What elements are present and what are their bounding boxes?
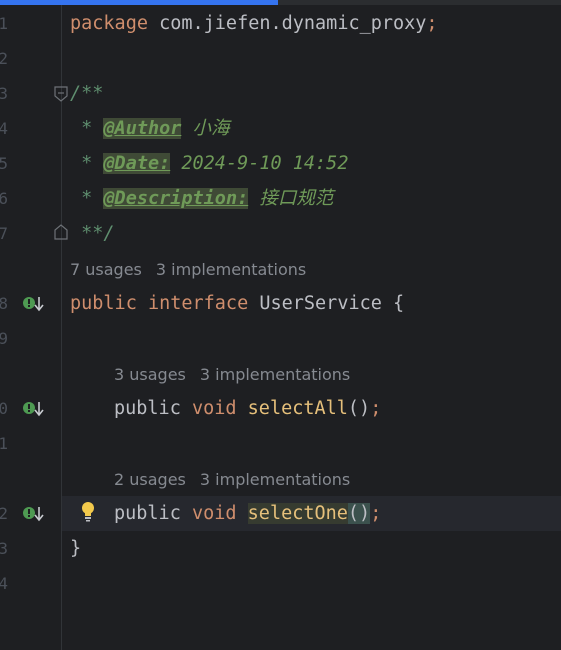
code-line-package: package com.jiefen.dynamic_proxy;	[70, 12, 438, 36]
semicolon: ;	[370, 503, 382, 524]
line-number: 10	[0, 399, 8, 418]
doc-comment-close: **/	[70, 223, 115, 244]
usages-hint[interactable]: 3 usages	[114, 365, 186, 384]
line-number: 9	[0, 329, 8, 348]
doc-tag-author: @Author	[103, 118, 182, 139]
code-line-select-all: public void selectAll();	[114, 397, 381, 421]
doc-star: *	[70, 153, 104, 174]
line-number: 14	[0, 574, 8, 593]
usages-hint[interactable]: 2 usages	[114, 470, 186, 489]
interface-name: UserService	[259, 293, 382, 314]
interface-keyword: interface	[147, 293, 249, 314]
line-number: 7	[0, 224, 8, 243]
implementations-hint[interactable]: 3 implementations	[200, 365, 350, 384]
doc-description-value: 接口规范	[248, 188, 334, 209]
doc-tag-date: @Date:	[103, 153, 171, 174]
usages-hint[interactable]: 7 usages	[70, 260, 142, 279]
line-number: 3	[0, 84, 8, 103]
semicolon: ;	[426, 13, 438, 34]
lightbulb-icon[interactable]	[80, 501, 96, 523]
line-number: 2	[0, 49, 8, 68]
method2-inlay-hints: 2 usages 3 implementations	[114, 470, 350, 490]
parens: ()	[347, 398, 371, 419]
line-number: 5	[0, 154, 8, 173]
line-number: 13	[0, 539, 8, 558]
code-editor[interactable]: 1 2 3 4 5 6 7 8 9 10 11 12 13 14	[0, 0, 561, 650]
brace-open: {	[381, 293, 405, 314]
doc-line-author: * @Author 小海	[70, 117, 230, 141]
line-number: 6	[0, 189, 8, 208]
line-number: 1	[0, 14, 8, 33]
code-line-brace-close: }	[70, 538, 82, 559]
doc-author-value: 小海	[181, 118, 230, 139]
method1-inlay-hints: 3 usages 3 implementations	[114, 365, 350, 385]
doc-date-value: 2024-9-10 14:52	[170, 153, 349, 174]
method-name-select-one: selectOne	[247, 503, 348, 524]
public-keyword: public	[114, 398, 181, 419]
fold-icon[interactable]	[54, 86, 68, 102]
progress-bar	[0, 0, 278, 5]
public-keyword: public	[70, 293, 137, 314]
void-keyword: void	[191, 398, 237, 419]
implementations-hint[interactable]: 3 implementations	[200, 470, 350, 489]
line-number: 11	[0, 434, 8, 453]
package-name: com.jiefen.dynamic_proxy	[147, 13, 427, 34]
method-name-select-all: selectAll	[247, 398, 348, 419]
implemented-icon[interactable]	[21, 399, 47, 419]
public-keyword: public	[114, 503, 181, 524]
implementations-hint[interactable]: 3 implementations	[156, 260, 306, 279]
semicolon: ;	[370, 398, 382, 419]
doc-star: *	[70, 118, 104, 139]
doc-comment-open: /**	[70, 83, 104, 104]
parens-highlighted: ()	[347, 503, 371, 524]
void-keyword: void	[191, 503, 237, 524]
implemented-icon[interactable]	[21, 294, 47, 314]
interface-inlay-hints: 7 usages 3 implementations	[70, 260, 306, 280]
doc-line-date: * @Date: 2024-9-10 14:52	[70, 152, 348, 176]
code-line-interface: public interface UserService {	[70, 292, 404, 316]
line-number: 4	[0, 119, 8, 138]
package-keyword: package	[70, 13, 148, 34]
doc-tag-description: @Description:	[103, 188, 249, 209]
line-number: 12	[0, 504, 8, 523]
fold-icon[interactable]	[54, 224, 68, 240]
implemented-icon[interactable]	[21, 504, 47, 524]
doc-line-description: * @Description: 接口规范	[70, 187, 333, 211]
doc-star: *	[70, 188, 104, 209]
code-line-select-one[interactable]: public void selectOne();	[114, 502, 381, 526]
line-number: 8	[0, 294, 8, 313]
